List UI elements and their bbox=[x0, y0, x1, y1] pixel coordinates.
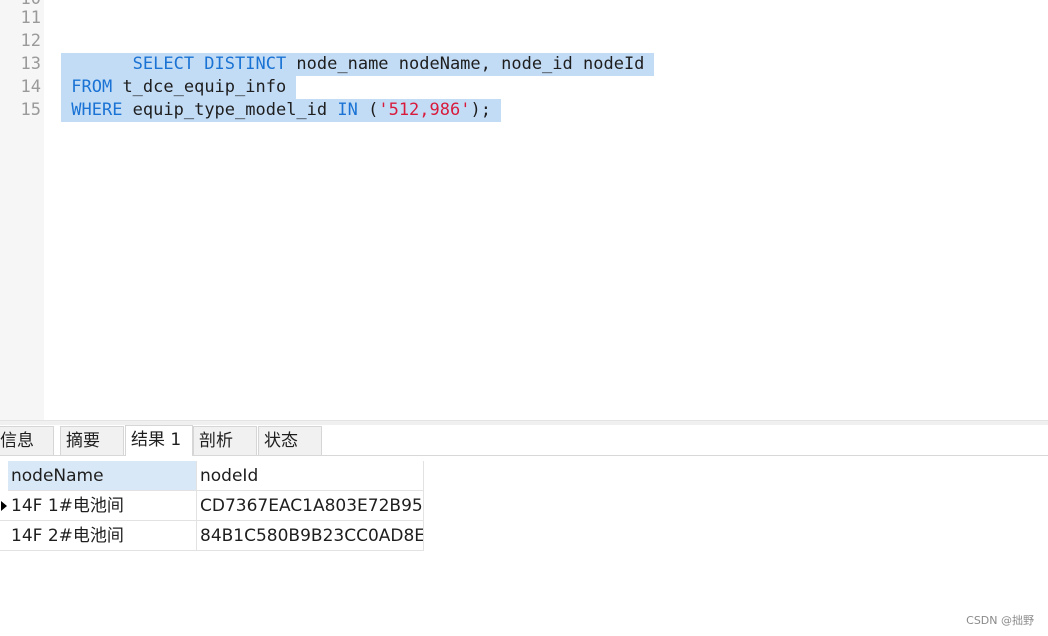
sql-editor[interactable]: 10 11 12 13 14 15 SELECT DISTINCT node_n… bbox=[0, 0, 1048, 420]
sql-text: t_dce_equip_info bbox=[112, 77, 287, 97]
tab-info[interactable]: 信息 bbox=[0, 426, 54, 455]
code-line-15[interactable]: WHERE equip_type_model_id IN ('512,986')… bbox=[61, 99, 501, 122]
tab-status[interactable]: 状态 bbox=[258, 426, 322, 455]
column-header-nodename[interactable]: nodeName bbox=[8, 461, 197, 491]
watermark: CSDN @拙野 bbox=[966, 614, 1034, 627]
line-number: 11 bbox=[20, 8, 41, 28]
line-number-gutter: 10 11 12 13 14 15 bbox=[0, 0, 44, 420]
sql-text: ); bbox=[470, 100, 491, 120]
sql-text: equip_type_model_id bbox=[122, 100, 338, 120]
line-number: 12 bbox=[20, 31, 41, 51]
sql-text: node_name nodeName, node_id nodeId bbox=[286, 54, 645, 74]
current-row-arrow-icon bbox=[1, 501, 7, 511]
line-number: 15 bbox=[20, 100, 41, 120]
result-tab-bar: 信息 摘要 结果 1 剖析 状态 bbox=[0, 425, 1048, 456]
code-line-13[interactable]: SELECT DISTINCT node_name nodeName, node… bbox=[61, 53, 655, 76]
tab-profile[interactable]: 剖析 bbox=[193, 426, 257, 455]
sql-keyword: WHERE bbox=[71, 100, 123, 120]
tab-summary[interactable]: 摘要 bbox=[60, 426, 124, 455]
sql-text: ( bbox=[357, 100, 379, 120]
line-number: 13 bbox=[20, 54, 41, 74]
line-number: 14 bbox=[20, 77, 41, 97]
sql-keyword: IN bbox=[337, 100, 358, 120]
table-cell[interactable]: 14F 2#电池间 bbox=[8, 521, 197, 551]
row-indicator bbox=[0, 521, 8, 551]
table-cell[interactable]: 84B1C580B9B23CC0AD8E bbox=[197, 521, 424, 551]
sql-keyword: FROM bbox=[71, 77, 113, 97]
column-header-nodeid[interactable]: nodeId bbox=[197, 461, 424, 491]
row-indicator bbox=[0, 491, 8, 521]
table-cell[interactable]: 14F 1#电池间 bbox=[8, 491, 197, 521]
code-line-14[interactable]: FROM t_dce_equip_info bbox=[61, 76, 297, 99]
table-cell[interactable]: CD7367EAC1A803E72B95 bbox=[197, 491, 424, 521]
sql-client-window: 10 11 12 13 14 15 SELECT DISTINCT node_n… bbox=[0, 0, 1048, 636]
tab-result-1[interactable]: 结果 1 bbox=[125, 425, 193, 456]
sql-string: '512,986' bbox=[378, 100, 471, 120]
sql-keyword: SELECT DISTINCT bbox=[132, 54, 287, 74]
